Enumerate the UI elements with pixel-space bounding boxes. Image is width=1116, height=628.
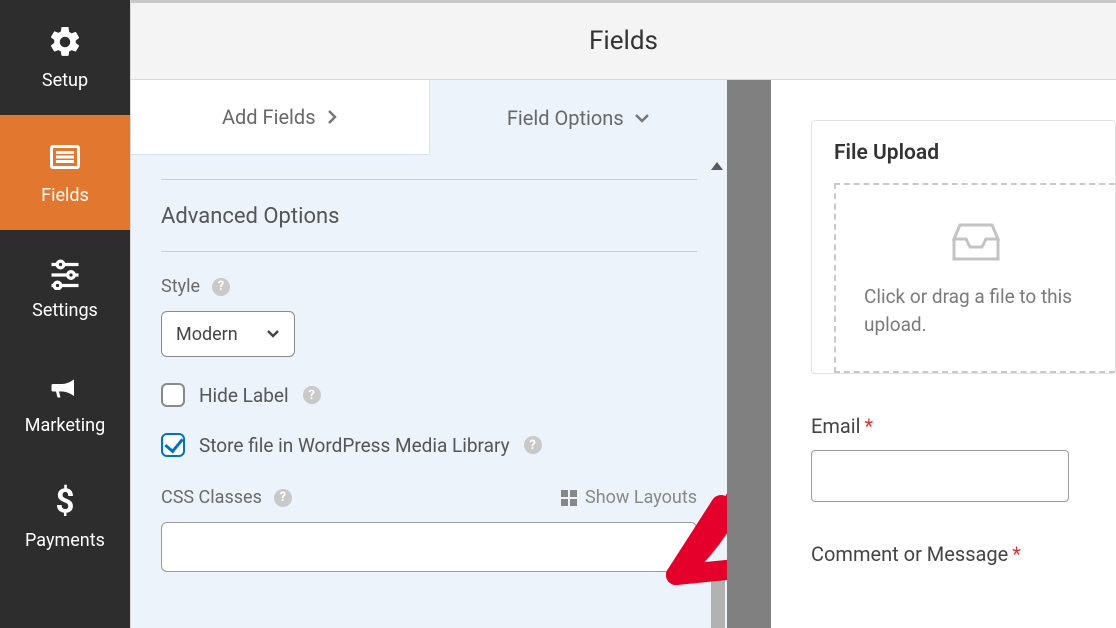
panel-gutter bbox=[727, 80, 771, 628]
dropzone-hint: Click or drag a file to this upload. bbox=[846, 283, 1105, 340]
email-label: Email bbox=[811, 414, 861, 438]
required-star: * bbox=[865, 414, 874, 438]
email-field-preview[interactable]: Email* bbox=[811, 414, 1116, 502]
email-input-preview[interactable] bbox=[811, 450, 1069, 502]
sidebar-label: Setup bbox=[42, 70, 88, 91]
sidebar: Setup Fields Settings Marketing $ Paymen… bbox=[0, 0, 130, 628]
css-classes-input[interactable] bbox=[161, 522, 697, 572]
tab-field-options[interactable]: Field Options bbox=[430, 80, 728, 155]
comment-label: Comment or Message bbox=[811, 542, 1008, 566]
page-title: Fields bbox=[589, 26, 658, 56]
sidebar-label: Fields bbox=[41, 185, 89, 206]
show-layouts-button[interactable]: Show Layouts bbox=[561, 487, 697, 508]
chevron-right-icon bbox=[326, 109, 338, 125]
divider bbox=[161, 251, 697, 252]
help-icon[interactable]: ? bbox=[212, 278, 230, 296]
store-media-row: Store file in WordPress Media Library ? bbox=[161, 433, 697, 457]
show-layouts-label: Show Layouts bbox=[585, 487, 697, 508]
style-label: Style bbox=[161, 276, 200, 297]
file-dropzone[interactable]: Click or drag a file to this upload. bbox=[834, 183, 1115, 373]
file-upload-field[interactable]: File Upload Click or drag a file to this… bbox=[811, 120, 1116, 374]
required-star: * bbox=[1012, 542, 1021, 566]
scrollbar-thumb[interactable] bbox=[711, 570, 725, 628]
hide-label-row: Hide Label ? bbox=[161, 383, 697, 407]
panel-body: Advanced Options Style ? Modern bbox=[131, 155, 727, 628]
sidebar-label: Payments bbox=[25, 530, 105, 551]
sidebar-item-payments[interactable]: $ Payments bbox=[0, 460, 130, 575]
store-media-checkbox[interactable] bbox=[161, 433, 185, 457]
panel-tabs: Add Fields Field Options bbox=[131, 80, 727, 155]
sidebar-item-settings[interactable]: Settings bbox=[0, 230, 130, 345]
sliders-icon bbox=[47, 254, 83, 290]
help-icon[interactable]: ? bbox=[274, 489, 292, 507]
file-upload-title: File Upload bbox=[812, 141, 1115, 183]
chevron-down-icon bbox=[266, 329, 280, 339]
tab-add-fields[interactable]: Add Fields bbox=[131, 80, 430, 155]
topbar: Fields bbox=[131, 0, 1116, 80]
dollar-icon: $ bbox=[47, 484, 83, 520]
content: Add Fields Field Options bbox=[131, 80, 1116, 628]
sidebar-item-fields[interactable]: Fields bbox=[0, 115, 130, 230]
style-select[interactable]: Modern bbox=[161, 311, 295, 357]
store-media-text: Store file in WordPress Media Library bbox=[199, 434, 510, 457]
bullhorn-icon bbox=[47, 369, 83, 405]
main-area: Fields Add Fields Field Options bbox=[130, 0, 1116, 628]
advanced-options-heading: Advanced Options bbox=[161, 180, 697, 251]
inbox-icon bbox=[948, 217, 1004, 265]
hide-label-text: Hide Label bbox=[199, 384, 289, 407]
scrollbar-track[interactable] bbox=[709, 238, 727, 628]
help-icon[interactable]: ? bbox=[303, 386, 321, 404]
list-icon bbox=[47, 139, 83, 175]
sidebar-item-marketing[interactable]: Marketing bbox=[0, 345, 130, 460]
css-classes-row: CSS Classes ? Show Layouts bbox=[161, 487, 697, 508]
form-preview: File Upload Click or drag a file to this… bbox=[771, 80, 1116, 628]
style-field: Style ? Modern bbox=[161, 276, 697, 357]
svg-text:$: $ bbox=[56, 484, 75, 520]
sidebar-item-setup[interactable]: Setup bbox=[0, 0, 130, 115]
sidebar-label: Settings bbox=[32, 300, 98, 321]
css-classes-label: CSS Classes bbox=[161, 487, 262, 508]
gear-icon bbox=[47, 24, 83, 60]
help-icon[interactable]: ? bbox=[524, 436, 542, 454]
sidebar-label: Marketing bbox=[25, 415, 105, 436]
tab-label: Add Fields bbox=[222, 105, 316, 129]
style-value: Modern bbox=[176, 324, 238, 345]
options-panel: Add Fields Field Options bbox=[131, 80, 727, 628]
chevron-down-icon bbox=[634, 112, 650, 124]
tab-label: Field Options bbox=[507, 106, 624, 130]
grid-icon bbox=[561, 490, 577, 506]
hide-label-checkbox[interactable] bbox=[161, 383, 185, 407]
comment-field-preview[interactable]: Comment or Message* bbox=[811, 542, 1116, 566]
